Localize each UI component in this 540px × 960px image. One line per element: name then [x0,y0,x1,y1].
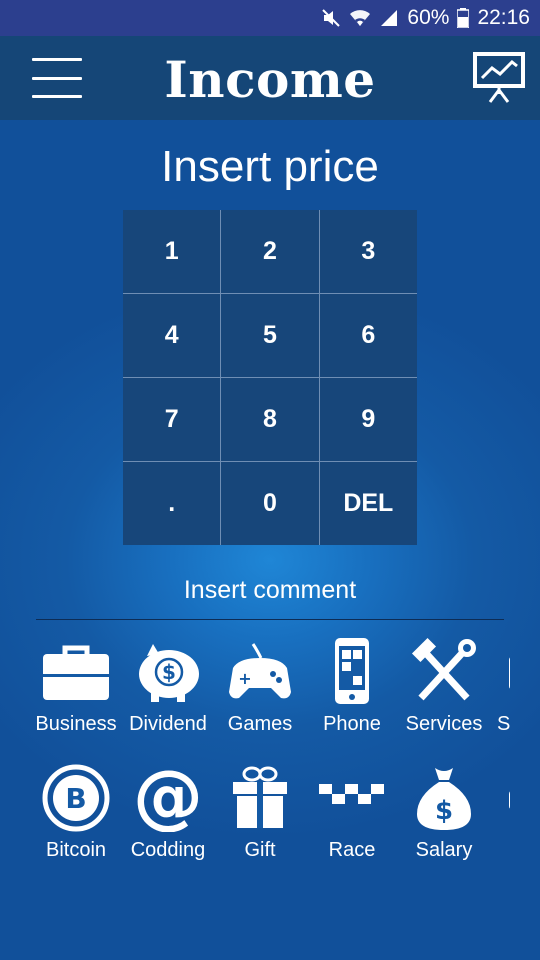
key-3[interactable]: 3 [319,210,417,293]
category-bitcoin[interactable]: B Bitcoin [30,760,122,880]
checkered-flag-icon [317,762,387,832]
chart-presentation-icon[interactable] [472,50,526,104]
money-bag-icon: $ [409,762,479,832]
category-business[interactable]: Business [30,634,122,754]
key-6[interactable]: 6 [319,294,417,377]
piggy-bank-icon: $ [133,636,203,706]
svg-text:$: $ [435,796,453,826]
category-label: Bitcoin [45,839,107,861]
at-sign-icon: @ [133,760,203,837]
category-codding[interactable]: @ Codding [122,760,214,880]
category-games[interactable]: + Games [214,634,306,754]
bitcoin-icon: B [41,762,111,832]
briefcase-icon [41,636,111,706]
category-services[interactable]: Services [398,634,490,754]
category-label: Dividend [129,713,207,735]
svg-text:$: $ [162,660,176,684]
partial-icon [501,762,510,832]
key-4[interactable]: 4 [123,294,221,377]
category-label: Gift [244,839,276,861]
numeric-keypad: 1 2 3 4 5 6 7 8 9 . 0 DEL [123,210,417,545]
clock: 22:16 [477,6,530,29]
wifi-icon [349,8,371,28]
gift-icon [225,762,295,832]
category-label: Salary [415,839,473,861]
category-label: Phone [323,713,381,735]
category-label: Business [35,713,117,735]
mute-icon [321,8,341,28]
comment-input[interactable]: Insert comment [36,570,504,620]
page-title: Income [164,50,376,109]
key-5[interactable]: 5 [221,294,319,377]
category-label: S [497,713,510,735]
category-partial-2[interactable] [490,760,510,880]
key-decimal[interactable]: . [123,462,221,545]
category-label: Services [405,713,483,735]
category-row-2: B Bitcoin @ Codding Gift Race $ Salary [30,760,510,880]
svg-text:@: @ [133,762,203,832]
svg-text:+: + [238,669,251,688]
category-partial[interactable]: S [490,634,510,754]
key-7[interactable]: 7 [123,378,221,461]
category-salary[interactable]: $ Salary [398,760,490,880]
app-bar: Income [0,36,540,120]
category-label: Race [328,839,376,861]
battery-percent: 60% [407,6,450,29]
insert-price-title: Insert price [161,142,379,191]
key-8[interactable]: 8 [221,378,319,461]
category-race[interactable]: Race [306,760,398,880]
phone-icon [317,636,387,706]
tools-icon [409,636,479,706]
svg-text:B: B [65,782,86,815]
category-gift[interactable]: Gift [214,760,306,880]
gamepad-icon: + [225,636,295,706]
category-row-1: Business $ Dividend + Games Phone Servic… [30,634,510,754]
key-1[interactable]: 1 [123,210,221,293]
key-0[interactable]: 0 [221,462,319,545]
key-delete[interactable]: DEL [319,462,417,545]
status-bar: 60% 22:16 [0,0,540,36]
category-dividend[interactable]: $ Dividend [122,634,214,754]
key-2[interactable]: 2 [221,210,319,293]
partial-icon [501,636,510,706]
category-label: Codding [130,839,206,861]
category-phone[interactable]: Phone [306,634,398,754]
key-9[interactable]: 9 [319,378,417,461]
battery-icon [457,8,470,28]
signal-icon [379,8,399,28]
category-label: Games [227,713,293,735]
